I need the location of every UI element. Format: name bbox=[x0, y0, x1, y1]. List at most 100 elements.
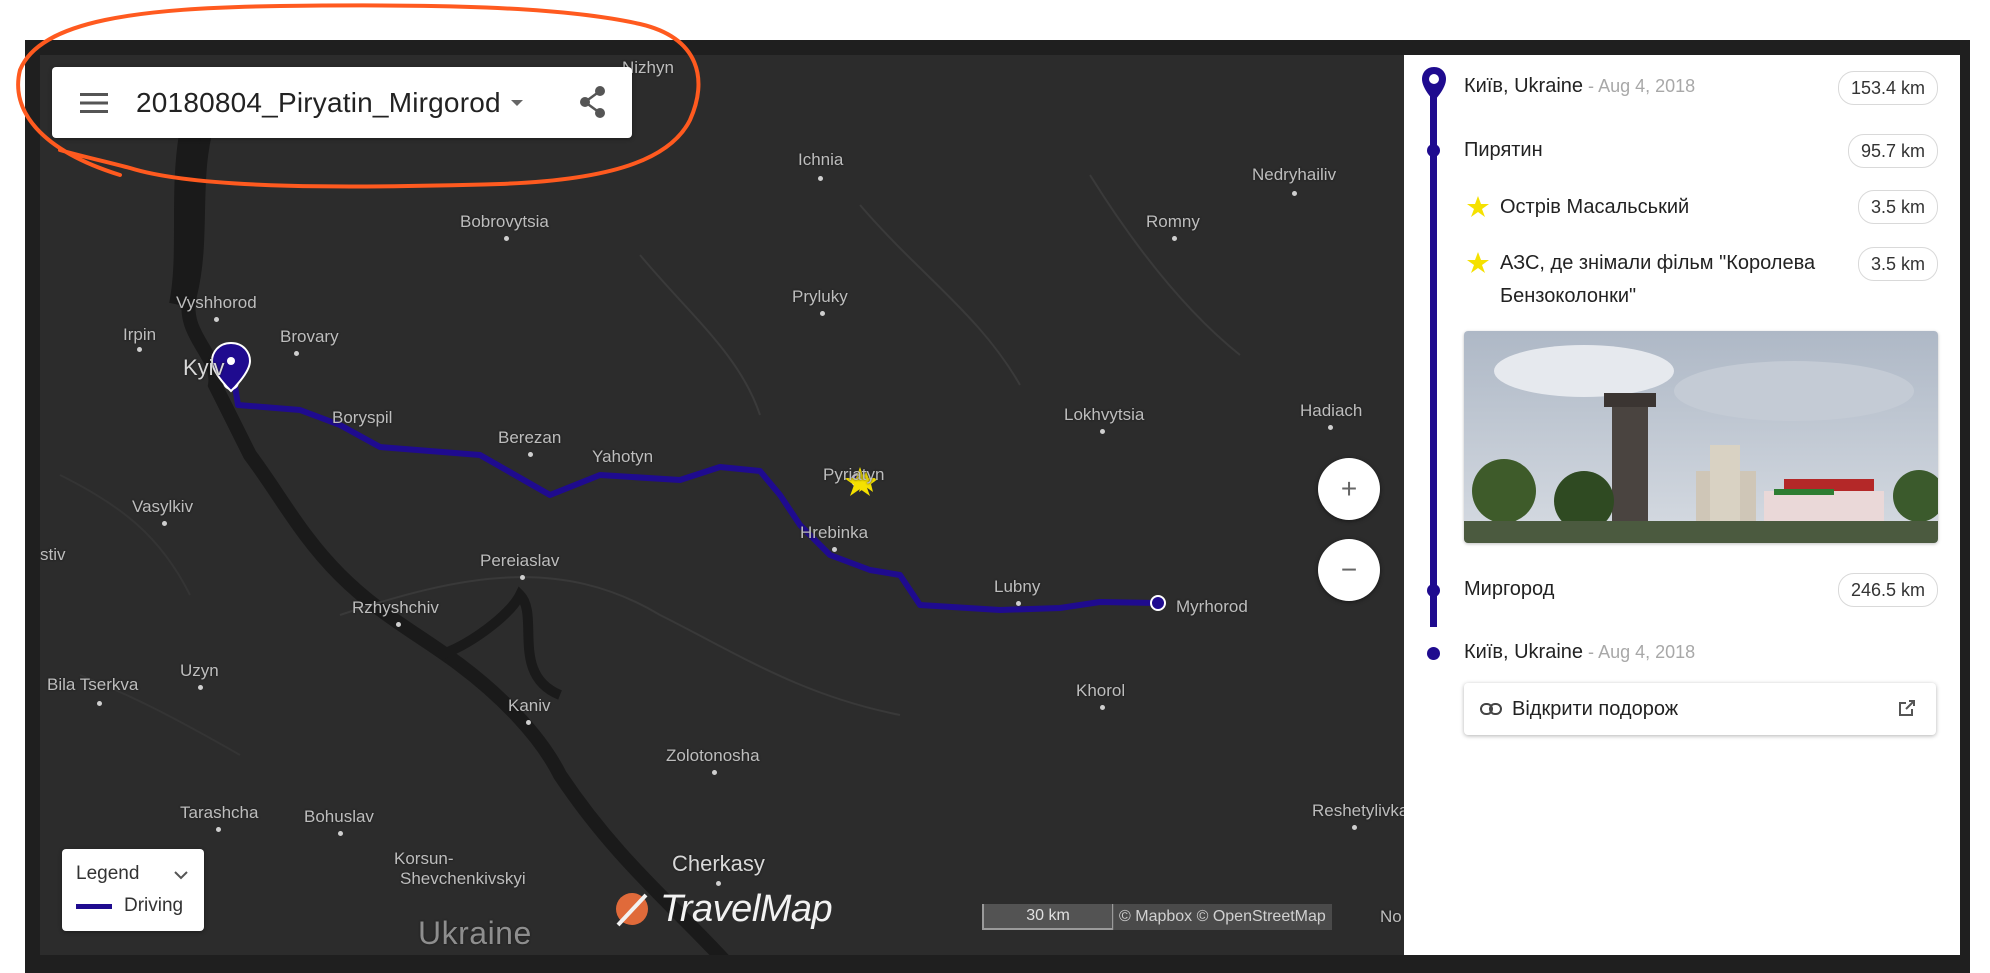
start-pin-hole bbox=[227, 357, 235, 365]
city-dot bbox=[1292, 191, 1297, 196]
city-dot bbox=[97, 701, 102, 706]
city-label-korsun-2: Shevchenkivskyi bbox=[400, 869, 526, 889]
distance-badge: 3.5 km bbox=[1857, 247, 1938, 281]
city-lubny-text: Lubny bbox=[994, 577, 1041, 596]
star-icon bbox=[1467, 196, 1489, 217]
city-uzyn-text: Uzyn bbox=[180, 661, 219, 680]
city-dot bbox=[1100, 429, 1105, 434]
city-tarashcha-text: Tarashcha bbox=[180, 803, 259, 822]
city-label-reshetylivka: Reshetylivka bbox=[1312, 801, 1404, 830]
city-label-kyiv: Kyiv bbox=[183, 355, 225, 381]
city-dot bbox=[338, 831, 343, 836]
city-korsun-text: Korsun- bbox=[394, 849, 454, 868]
city-boryspil-text: Boryspil bbox=[332, 408, 393, 427]
timeline-stop-pyriatyn[interactable]: Пирятин bbox=[1464, 139, 1543, 162]
map-attribution[interactable]: © Mapbox © OpenStreetMap bbox=[1113, 904, 1332, 930]
city-dot bbox=[818, 176, 823, 181]
city-bohuslav-text: Bohuslav bbox=[304, 807, 374, 826]
map-legend[interactable]: Legend Driving bbox=[62, 849, 204, 931]
timeline-node bbox=[1427, 144, 1440, 157]
city-label-pyriatyn: Pyriatyn bbox=[823, 465, 884, 485]
city-dot bbox=[820, 311, 825, 316]
timeline-stop-masalsky[interactable]: Острів Масальський bbox=[1500, 196, 1689, 219]
city-romny-text: Romny bbox=[1146, 212, 1200, 231]
city-kyiv-text: Kyiv bbox=[183, 355, 225, 380]
minor-roads bbox=[59, 474, 241, 756]
city-label-kaniv: Kaniv bbox=[508, 696, 551, 725]
city-label-korsun: Korsun- bbox=[394, 849, 454, 869]
timeline-node bbox=[1427, 647, 1440, 660]
city-dot bbox=[137, 347, 142, 352]
city-brovary-text: Brovary bbox=[280, 327, 339, 346]
river-branch bbox=[438, 586, 563, 700]
city-vyshhorod-text: Vyshhorod bbox=[176, 293, 257, 312]
city-dot bbox=[396, 622, 401, 627]
open-trip-button[interactable]: Відкрити подорож bbox=[1464, 683, 1936, 735]
route-end-point[interactable] bbox=[1150, 595, 1166, 611]
city-hrebinka-text: Hrebinka bbox=[800, 523, 869, 542]
city-dot bbox=[520, 575, 525, 580]
date-separator: - bbox=[1583, 642, 1599, 662]
city-dot bbox=[504, 236, 509, 241]
city-kaniv-text: Kaniv bbox=[508, 696, 551, 715]
city-dot bbox=[832, 547, 837, 552]
share-button[interactable] bbox=[578, 85, 608, 124]
city-reshetylivka-text: Reshetylivka bbox=[1312, 801, 1404, 820]
city-dot bbox=[216, 827, 221, 832]
timeline-stop-end[interactable]: Київ, Ukraine - Aug 4, 2018 bbox=[1464, 641, 1695, 664]
zoom-out-button[interactable]: − bbox=[1318, 539, 1380, 601]
city-dot bbox=[1352, 825, 1357, 830]
timeline-stop-myrhorod[interactable]: Миргород bbox=[1464, 578, 1554, 601]
city-dot bbox=[1100, 705, 1105, 710]
distance-badge: 95.7 km bbox=[1847, 134, 1938, 168]
travelmap-logo-icon bbox=[616, 893, 648, 927]
scale-bar: 30 km bbox=[982, 904, 1114, 930]
roads bbox=[639, 174, 1241, 416]
city-label-lokhvytsia: Lokhvytsia bbox=[1064, 405, 1145, 434]
city-fastiv-text: stiv bbox=[40, 545, 66, 564]
city-label-hadiach: Hadiach bbox=[1300, 401, 1363, 430]
city-label-lubny: Lubny bbox=[994, 577, 1041, 606]
travelmap-logo[interactable]: TravelMap bbox=[610, 887, 833, 931]
city-edge-text: No bbox=[1380, 907, 1402, 926]
timeline-stop-gas-station[interactable]: АЗС, де знімали фільм "Королева Бензокол… bbox=[1500, 252, 1815, 308]
stop-name: Київ, Ukraine bbox=[1464, 75, 1584, 97]
stop-date: Aug 4, 2018 bbox=[1598, 642, 1696, 662]
city-label-uzyn: Uzyn bbox=[180, 661, 219, 690]
city-dot bbox=[528, 452, 533, 457]
distance-badge: 3.5 km bbox=[1857, 190, 1938, 224]
city-label-tarashcha: Tarashcha bbox=[180, 803, 259, 832]
map-view[interactable]: Nizhyn Ichnia Nedryhailiv Bobrovytsia Ro… bbox=[40, 55, 1404, 955]
city-rzhyshchiv-text: Rzhyshchiv bbox=[352, 598, 439, 617]
open-trip-label: Відкрити подорож bbox=[1512, 697, 1679, 720]
city-irpin-text: Irpin bbox=[123, 325, 157, 344]
date-separator: - bbox=[1583, 76, 1599, 96]
stop-name-line-1: АЗС, де знімали фільм "Королева bbox=[1500, 252, 1816, 274]
city-lokhvytsia-text: Lokhvytsia bbox=[1064, 405, 1145, 424]
city-label-nedryhailiv: Nedryhailiv bbox=[1252, 165, 1336, 196]
distance-badge: 246.5 km bbox=[1837, 573, 1938, 607]
menu-icon bbox=[80, 92, 108, 113]
timeline-stop-start[interactable]: Київ, Ukraine - Aug 4, 2018 bbox=[1464, 75, 1695, 98]
city-label-irpin: Irpin bbox=[123, 325, 157, 352]
city-pyriatyn-text: Pyriatyn bbox=[823, 465, 885, 484]
city-hadiach-text: Hadiach bbox=[1300, 401, 1363, 420]
trip-title-bar: 20180804_Piryatin_Mirgorod bbox=[52, 67, 632, 138]
city-label-bobrovytsia: Bobrovytsia bbox=[460, 212, 549, 241]
distance-badge: 153.4 km bbox=[1837, 71, 1938, 105]
reservoir bbox=[169, 133, 201, 308]
legend-swatch bbox=[76, 903, 112, 909]
location-pin-icon bbox=[1422, 67, 1446, 101]
menu-button[interactable] bbox=[52, 67, 136, 138]
city-zolotonosha-text: Zolotonosha bbox=[666, 746, 760, 765]
zoom-in-button[interactable]: + bbox=[1318, 458, 1380, 520]
city-label-ichnia: Ichnia bbox=[798, 150, 843, 181]
stop-photo[interactable] bbox=[1464, 331, 1938, 543]
dnipro-river bbox=[181, 112, 729, 955]
stop-name-line-2: Бензоколонки" bbox=[1500, 285, 1637, 307]
chevron-down-icon[interactable] bbox=[510, 99, 523, 106]
trip-title[interactable]: 20180804_Piryatin_Mirgorod bbox=[136, 87, 501, 119]
chevron-down-icon[interactable] bbox=[174, 871, 188, 880]
city-khorol-text: Khorol bbox=[1076, 681, 1126, 700]
city-label-bila-tserkva: Bila Tserkva bbox=[47, 675, 138, 706]
